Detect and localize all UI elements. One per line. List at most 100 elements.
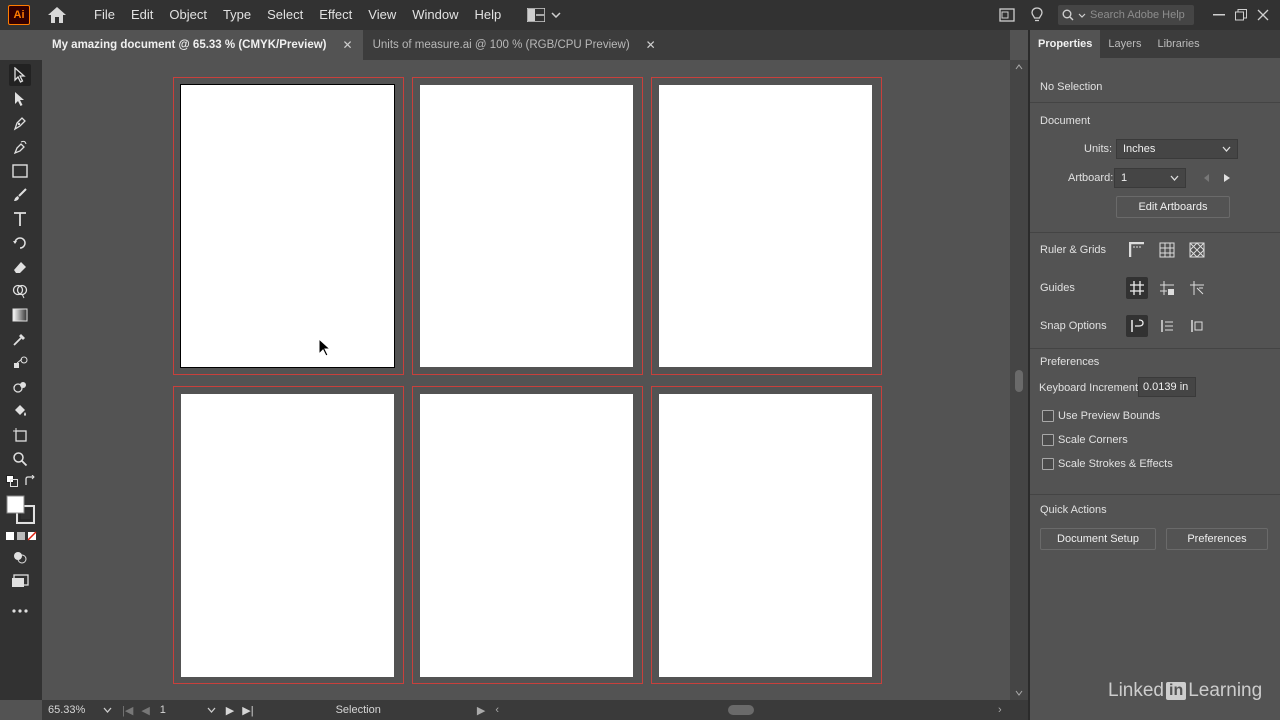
- color-mode-icons[interactable]: [5, 530, 37, 542]
- menu-select[interactable]: Select: [259, 0, 311, 30]
- pen-tool-icon[interactable]: [9, 112, 31, 134]
- screen-mode-icon[interactable]: [9, 570, 31, 592]
- swap-fill-stroke-icon[interactable]: [23, 474, 37, 488]
- horizontal-scroll-thumb[interactable]: [728, 705, 754, 715]
- workspace-icon: [527, 8, 546, 22]
- app-logo: Ai: [8, 5, 30, 25]
- grid-icon[interactable]: [1156, 239, 1178, 261]
- paintbrush-tool-icon[interactable]: [9, 184, 31, 206]
- watermark-linked: Linked: [1108, 680, 1164, 701]
- status-arrows[interactable]: ▶ ‹: [477, 704, 499, 717]
- curvature-tool-icon[interactable]: [9, 136, 31, 158]
- tab-units-of-measure[interactable]: Units of measure.ai @ 100 % (RGB/CPU Pre…: [363, 30, 666, 60]
- search-icon: [1062, 9, 1074, 21]
- keyboard-increment-input[interactable]: 0.0139 in: [1138, 377, 1196, 397]
- artboard-1[interactable]: [180, 84, 395, 368]
- shape-builder-tool-icon[interactable]: [9, 280, 31, 302]
- close-tab-icon[interactable]: ✕: [343, 38, 353, 52]
- more-tools-icon[interactable]: [9, 600, 31, 622]
- home-icon[interactable]: [46, 4, 68, 26]
- ruler-icon[interactable]: [1126, 239, 1148, 261]
- tools-panel: [0, 60, 42, 700]
- artboard-5[interactable]: [420, 394, 633, 677]
- selection-tool-icon[interactable]: [9, 64, 31, 86]
- document-heading: Document: [1040, 115, 1091, 127]
- eraser-tool-icon[interactable]: [9, 256, 31, 278]
- document-setup-button[interactable]: Document Setup: [1040, 528, 1156, 550]
- transparency-grid-icon[interactable]: [1186, 239, 1208, 261]
- arrange-documents-icon[interactable]: [996, 4, 1018, 26]
- units-dropdown[interactable]: Inches: [1116, 139, 1238, 159]
- menu-edit[interactable]: Edit: [123, 0, 161, 30]
- snap-to-point-icon[interactable]: [1126, 315, 1148, 337]
- artboard-dropdown[interactable]: 1: [1114, 168, 1186, 188]
- fill-stroke-swatch[interactable]: [5, 494, 37, 526]
- ruler-grids-label: Ruler & Grids: [1040, 244, 1107, 256]
- direct-selection-tool-icon[interactable]: [9, 88, 31, 110]
- preferences-button[interactable]: Preferences: [1166, 528, 1268, 550]
- preferences-heading: Preferences: [1040, 356, 1100, 368]
- menu-effect[interactable]: Effect: [311, 0, 360, 30]
- default-fill-stroke-icon[interactable]: [5, 474, 19, 488]
- artboard-tool-icon[interactable]: [9, 424, 31, 446]
- tab-properties[interactable]: Properties: [1030, 30, 1101, 58]
- checkbox-box[interactable]: [1042, 434, 1054, 446]
- use-preview-bounds-checkbox[interactable]: Use Preview Bounds: [1042, 410, 1160, 422]
- scale-strokes-effects-checkbox[interactable]: Scale Strokes & Effects: [1042, 458, 1173, 470]
- tab-my-amazing-document[interactable]: My amazing document @ 65.33 % (CMYK/Prev…: [42, 30, 363, 60]
- menu-window[interactable]: Window: [404, 0, 466, 30]
- scale-corners-checkbox[interactable]: Scale Corners: [1042, 434, 1128, 446]
- artboard-6[interactable]: [659, 394, 872, 677]
- smart-guides-icon[interactable]: [1186, 277, 1208, 299]
- menu-file[interactable]: File: [86, 0, 123, 30]
- checkbox-box[interactable]: [1042, 458, 1054, 470]
- artboard-nav-next[interactable]: ▶ ▶|: [226, 704, 254, 717]
- blend-tool-icon[interactable]: [9, 352, 31, 374]
- search-help-input[interactable]: Search Adobe Help: [1058, 5, 1194, 25]
- workspace-switcher[interactable]: [527, 8, 561, 22]
- previous-artboard-icon[interactable]: [1196, 167, 1218, 189]
- tab-layers[interactable]: Layers: [1100, 30, 1149, 58]
- type-tool-icon[interactable]: [9, 208, 31, 230]
- canvas-area[interactable]: [42, 60, 1010, 700]
- next-artboard-icon[interactable]: [1216, 167, 1238, 189]
- live-paint-bucket-icon[interactable]: [9, 400, 31, 422]
- menu-type[interactable]: Type: [215, 0, 259, 30]
- vertical-scroll-thumb[interactable]: [1015, 370, 1023, 392]
- show-guides-icon[interactable]: [1126, 277, 1148, 299]
- gradient-tool-icon[interactable]: [9, 304, 31, 326]
- scroll-right-icon[interactable]: ›: [998, 704, 1002, 716]
- checkbox-label: Scale Strokes & Effects: [1058, 458, 1173, 470]
- snap-to-glyph-icon[interactable]: [1186, 315, 1208, 337]
- lock-guides-icon[interactable]: [1156, 277, 1178, 299]
- rotate-tool-icon[interactable]: [9, 232, 31, 254]
- tab-libraries[interactable]: Libraries: [1149, 30, 1207, 58]
- units-value: Inches: [1123, 143, 1156, 155]
- vertical-scrollbar[interactable]: [1010, 60, 1028, 700]
- rectangle-tool-icon[interactable]: [9, 160, 31, 182]
- menu-object[interactable]: Object: [161, 0, 215, 30]
- artboard-2[interactable]: [420, 85, 633, 367]
- zoom-tool-icon[interactable]: [9, 448, 31, 470]
- artboard-3[interactable]: [659, 85, 872, 367]
- snap-to-pixel-icon[interactable]: [1156, 315, 1178, 337]
- eyedropper-tool-icon[interactable]: [9, 328, 31, 350]
- chevron-down-icon: [103, 707, 112, 713]
- artboard-number: 1: [159, 704, 166, 716]
- minimize-icon[interactable]: [1208, 4, 1230, 26]
- edit-artboards-button[interactable]: Edit Artboards: [1116, 196, 1230, 218]
- lightbulb-icon[interactable]: [1026, 4, 1048, 26]
- symbol-sprayer-tool-icon[interactable]: [9, 376, 31, 398]
- menu-view[interactable]: View: [360, 0, 404, 30]
- drawing-modes-icon[interactable]: [9, 546, 31, 568]
- restore-icon[interactable]: [1230, 4, 1252, 26]
- close-tab-icon[interactable]: ✕: [646, 38, 656, 52]
- artboard-4[interactable]: [181, 394, 394, 677]
- current-tool-status[interactable]: Selection: [336, 704, 381, 716]
- artboard-nav-prev[interactable]: |◀ ◀: [122, 704, 150, 717]
- close-icon[interactable]: [1252, 4, 1274, 26]
- checkbox-box[interactable]: [1042, 410, 1054, 422]
- menu-help[interactable]: Help: [466, 0, 509, 30]
- artboard-number-dropdown[interactable]: 1: [160, 704, 216, 716]
- zoom-level-dropdown[interactable]: 65.33%: [42, 704, 112, 716]
